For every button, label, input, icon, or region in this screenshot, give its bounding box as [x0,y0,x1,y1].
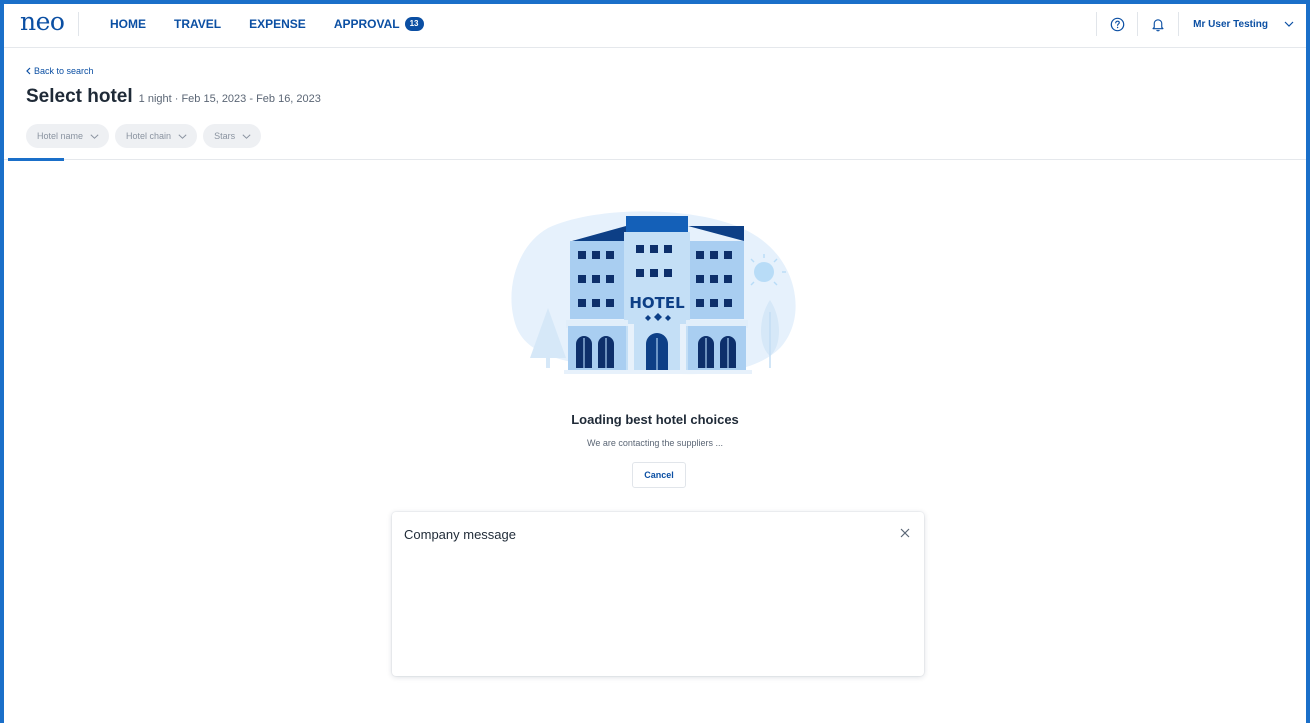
back-link-label: Back to search [34,66,94,76]
chevron-down-icon [242,133,251,139]
nav-approval-label: APPROVAL [333,17,400,31]
filter-hotel-name[interactable]: Hotel name [26,124,110,148]
page-title: Select hotel [26,86,133,107]
chevron-down-icon [178,133,187,139]
help-icon[interactable] [1097,0,1137,48]
chevron-left-icon [26,67,31,75]
header-tools: Mr User Testing [1096,0,1310,48]
close-icon[interactable] [898,526,912,540]
hotel-illustration: HOTEL [511,211,796,375]
main-nav: HOME TRAVEL EXPENSE APPROVAL 13 [110,0,452,48]
stay-dates: 1 night · Feb 15, 2023 - Feb 16, 2023 [138,93,321,105]
approval-count-badge: 13 [404,17,424,31]
cancel-button[interactable]: Cancel [632,462,686,488]
chevron-down-icon [1284,21,1294,27]
chevron-down-icon [90,133,99,139]
filter-label: Hotel name [37,131,84,141]
filter-stars[interactable]: Stars [203,124,262,148]
logo-divider [78,12,79,36]
company-message-dialog: Company message [392,512,924,676]
nav-travel-label: TRAVEL [174,17,222,31]
nav-expense[interactable]: EXPENSE [249,17,306,31]
user-name: Mr User Testing [1193,18,1268,30]
loading-progress-bar [8,158,64,161]
loading-title: Loading best hotel choices [571,412,739,427]
user-menu[interactable]: Mr User Testing [1179,0,1310,48]
filter-label: Stars [214,131,236,141]
loading-subtitle: We are contacting the suppliers ... [587,438,723,448]
dialog-title: Company message [404,527,516,542]
hotel-sign-text: HOTEL [629,294,685,312]
nav-home[interactable]: HOME [110,17,146,31]
nav-approval[interactable]: APPROVAL 13 [334,17,424,31]
nav-home-label: HOME [110,17,146,31]
nav-expense-label: EXPENSE [249,17,306,31]
bell-icon[interactable] [1138,0,1178,48]
nav-travel[interactable]: TRAVEL [174,17,221,31]
title-row: Select hotel 1 night · Feb 15, 2023 - Fe… [26,86,321,108]
back-to-search-link[interactable]: Back to search [26,66,94,76]
top-navigation-bar: neo HOME TRAVEL EXPENSE APPROVAL 13 Mr U… [0,0,1310,48]
neo-logo[interactable]: neo [20,9,65,34]
filter-bar: Hotel name Hotel chain Stars [26,124,267,148]
filter-label: Hotel chain [126,131,172,141]
filter-hotel-chain[interactable]: Hotel chain [115,124,198,148]
